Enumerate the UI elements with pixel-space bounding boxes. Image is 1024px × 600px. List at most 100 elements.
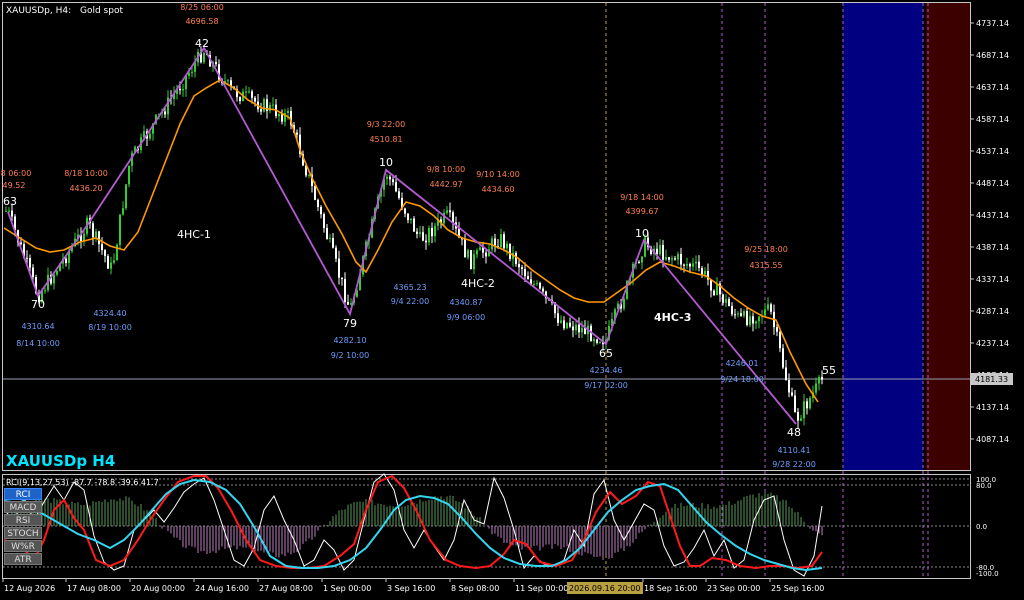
candle-body xyxy=(239,97,241,102)
candle-body xyxy=(746,311,748,326)
price-chart[interactable]: XAUUSDp H4 XAUUSDp, H4: Gold spot 63 70 … xyxy=(0,0,1024,600)
candle-body xyxy=(122,208,124,215)
wave-label: 10 xyxy=(635,227,649,240)
candle-body xyxy=(698,261,700,268)
candle-body xyxy=(818,376,820,384)
time-tick-label: 8 Sep 08:00 xyxy=(451,584,499,593)
candle-body xyxy=(398,191,400,198)
candle-body xyxy=(404,208,406,214)
candle-body xyxy=(278,114,280,117)
price-tick-label: 4637.14 xyxy=(976,83,1009,92)
candle-body xyxy=(308,174,310,176)
low-label-price: 4282.10 xyxy=(333,336,366,345)
crosshair-time-label: 2026.09.16 20:00 xyxy=(569,584,640,593)
wave-label: 48 xyxy=(787,426,801,439)
candle-body xyxy=(317,199,319,208)
candle-body xyxy=(413,218,415,232)
candle-body xyxy=(668,257,670,260)
wave-label: 63 xyxy=(3,195,17,208)
low-label-time: 9/2 10:00 xyxy=(331,351,369,360)
time-tick-label: 23 Sep 00:00 xyxy=(707,584,760,593)
indicator-axis: 100.080.00.0-80.0-100.0 xyxy=(976,476,999,578)
candle-body xyxy=(452,212,454,223)
candle-body xyxy=(464,239,466,258)
candle-body xyxy=(95,231,97,238)
high-label-price: 4510.81 xyxy=(369,135,402,144)
candle-body xyxy=(581,327,583,333)
candle-body xyxy=(686,264,688,266)
candle-body xyxy=(296,132,298,135)
candle-body xyxy=(245,91,247,93)
candle-body xyxy=(485,252,487,257)
candle-body xyxy=(110,262,112,269)
candle-body xyxy=(704,271,706,275)
candlesticks xyxy=(5,46,823,429)
high-label-price: 4436.20 xyxy=(69,184,102,193)
candle-body xyxy=(500,234,502,248)
candle-body xyxy=(524,269,526,277)
time-tick-label: 1 Sep 00:00 xyxy=(323,584,371,593)
candle-body xyxy=(749,316,751,326)
time-axis[interactable]: 12 Aug 2026 17 Aug 08:00 20 Aug 00:00 24 Au… xyxy=(2,578,824,594)
price-tick-label: 4687.14 xyxy=(976,51,1009,60)
candle-body xyxy=(764,309,766,316)
time-tick-label: 24 Aug 16:00 xyxy=(195,584,249,593)
candle-body xyxy=(32,267,34,278)
low-label-time: 8/14 10:00 xyxy=(16,339,60,348)
indicator-button-macd[interactable]: MACD xyxy=(4,501,42,513)
wave-label: 70 xyxy=(31,298,45,311)
candle-body xyxy=(260,109,262,112)
wave-label: 55 xyxy=(822,364,836,377)
candle-body xyxy=(338,258,340,278)
candle-body xyxy=(794,395,796,412)
candle-body xyxy=(806,401,808,409)
candle-body xyxy=(446,210,448,213)
low-label-time: 9/17 02:00 xyxy=(584,381,628,390)
candle-body xyxy=(65,258,67,263)
high-label-time: 9/25 18:00 xyxy=(744,245,788,254)
candle-body xyxy=(341,277,343,280)
candle-body xyxy=(92,223,94,238)
candle-body xyxy=(689,264,691,267)
candle-body xyxy=(320,207,322,215)
candle-body xyxy=(695,261,697,264)
time-tick-label: 12 Aug 2026 xyxy=(4,584,55,593)
candle-body xyxy=(572,326,574,331)
high-label-price: 4315.55 xyxy=(749,261,782,270)
indicator-button-rci[interactable]: RCI xyxy=(4,488,42,500)
candle-body xyxy=(332,238,334,248)
candle-body xyxy=(314,185,316,200)
candle-body xyxy=(596,339,598,343)
high-label-price: 49.52 xyxy=(3,181,26,190)
candle-body xyxy=(473,254,475,270)
indicator-button-stoch[interactable]: STOCH xyxy=(4,527,42,539)
indicator-button-atr[interactable]: ATR xyxy=(4,553,42,565)
high-label-time: 8 06:00 xyxy=(1,169,32,178)
wave-label: 79 xyxy=(343,317,357,330)
candle-body xyxy=(449,210,451,213)
low-label-price: 4340.87 xyxy=(449,298,482,307)
candle-body xyxy=(26,257,28,259)
candle-body xyxy=(101,244,103,251)
candle-body xyxy=(725,299,727,303)
indicator-button-rsi[interactable]: RSI xyxy=(4,514,42,526)
price-tick-label: 4437.14 xyxy=(976,211,1009,220)
zone-label: 4HC-1 xyxy=(177,228,211,241)
candle-body xyxy=(215,62,217,65)
price-tick-label: 4137.14 xyxy=(976,403,1009,412)
candle-body xyxy=(734,314,736,316)
candle-body xyxy=(281,114,283,122)
candle-body xyxy=(191,71,193,74)
low-label-price: 4310.64 xyxy=(21,322,54,331)
indicator-button-wpr[interactable]: W%R xyxy=(4,540,42,552)
candle-body xyxy=(392,179,394,183)
candle-body xyxy=(743,311,745,316)
low-label-time: 9/4 22:00 xyxy=(391,297,429,306)
candle-body xyxy=(671,258,673,260)
high-label-time: 9/3 22:00 xyxy=(367,120,405,129)
price-tick-label: 4287.14 xyxy=(976,307,1009,316)
high-label-time: 9/8 10:00 xyxy=(427,165,465,174)
candle-body xyxy=(542,288,544,292)
candle-body xyxy=(416,231,418,234)
candle-body xyxy=(410,218,412,221)
